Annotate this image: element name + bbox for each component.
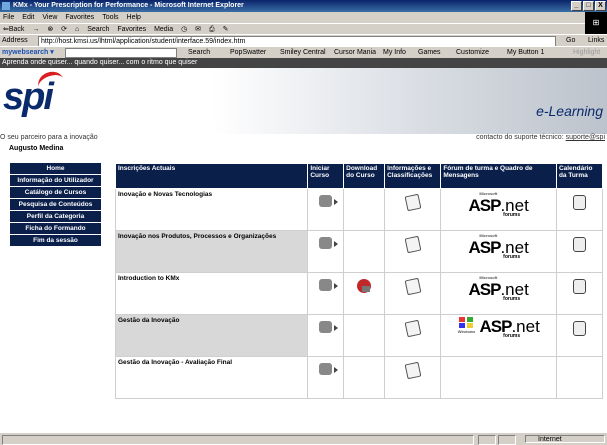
search-button[interactable]: Search bbox=[87, 26, 109, 33]
table-row: Inovação e Novas Tecnologias Microsoft AS… bbox=[114, 188, 604, 231]
course-title[interactable]: Gestão da Inovação bbox=[114, 314, 309, 357]
forum-link[interactable]: Microsoft ASP.net forums bbox=[440, 188, 557, 231]
link-customize[interactable]: Customize bbox=[456, 47, 489, 58]
forum-link[interactable]: Microsoft ASP.net forums bbox=[440, 272, 557, 315]
security-zone: Internet bbox=[525, 435, 605, 443]
info-scroll-icon[interactable] bbox=[404, 361, 422, 380]
windows-server-logo-icon: Windows bbox=[457, 317, 475, 334]
history-icon[interactable]: ◷ bbox=[181, 26, 187, 33]
window-title: KMx - Your Prescription for Performance … bbox=[13, 2, 244, 9]
back-button[interactable]: ⇐Back bbox=[3, 26, 24, 33]
support-contact: contacto do suporte técnico: suporte@spi bbox=[476, 134, 605, 141]
info-scroll-icon[interactable] bbox=[404, 319, 422, 338]
calendar-icon[interactable] bbox=[572, 321, 586, 336]
header-calendar: Calendário da Turma bbox=[555, 163, 604, 189]
calendar-icon[interactable] bbox=[572, 237, 586, 252]
header-current-enrollments: Inscrições Actuais bbox=[114, 163, 309, 189]
menu-favorites[interactable]: Favorites bbox=[65, 14, 94, 21]
address-label: Address bbox=[2, 37, 28, 44]
table-row: Gestão da Inovação - Avaliação Final bbox=[114, 356, 604, 399]
start-course-icon[interactable] bbox=[319, 279, 339, 291]
ie-page-icon bbox=[2, 2, 10, 10]
forum-link[interactable]: Windows ASP.net forums bbox=[440, 314, 557, 357]
start-course-icon[interactable] bbox=[319, 237, 339, 249]
menu-view[interactable]: View bbox=[42, 14, 57, 21]
course-title[interactable]: Introduction to KMx bbox=[114, 272, 309, 315]
link-my-info[interactable]: My Info bbox=[383, 47, 406, 58]
forum-link[interactable]: Microsoft ASP.net forums bbox=[440, 230, 557, 273]
menu-edit[interactable]: Edit bbox=[22, 14, 34, 21]
info-scroll-icon[interactable] bbox=[404, 235, 422, 254]
support-label: contacto do suporte técnico: bbox=[476, 134, 564, 141]
nav-user-info[interactable]: Informação do Utilizador bbox=[10, 175, 101, 186]
link-games[interactable]: Games bbox=[418, 47, 441, 58]
stop-icon[interactable]: ⊗ bbox=[47, 26, 53, 33]
forward-icon[interactable]: → bbox=[32, 26, 39, 33]
nav-course-catalog[interactable]: Catálogo de Cursos bbox=[10, 187, 101, 198]
table-header-row: Inscrições Actuais Iniciar Curso Downloa… bbox=[114, 163, 604, 189]
download-course-icon[interactable] bbox=[357, 279, 372, 293]
table-row: Inovação nos Produtos, Processos e Organ… bbox=[114, 230, 604, 273]
info-scroll-icon[interactable] bbox=[404, 193, 422, 212]
menu-bar: File Edit View Favorites Tools Help bbox=[0, 12, 607, 23]
enrollments-table: Inscrições Actuais Iniciar Curso Downloa… bbox=[114, 163, 604, 399]
links-toolbar: mywebsearch ▾ Search PopSwatter Smiley C… bbox=[0, 46, 607, 58]
status-bar: Internet bbox=[0, 432, 607, 445]
refresh-icon[interactable]: ⟳ bbox=[61, 26, 67, 33]
partner-text: O seu parceiro para a inovação bbox=[0, 134, 98, 141]
support-email-link[interactable]: suporte@spi bbox=[566, 134, 605, 141]
course-title[interactable]: Inovação e Novas Tecnologias bbox=[114, 188, 309, 231]
link-smiley-central[interactable]: Smiley Central bbox=[280, 47, 326, 58]
media-button[interactable]: Media bbox=[154, 26, 173, 33]
header-start-course: Iniciar Curso bbox=[307, 163, 345, 189]
start-course-icon[interactable] bbox=[319, 195, 339, 207]
calendar-icon[interactable] bbox=[572, 279, 586, 294]
home-icon[interactable]: ⌂ bbox=[75, 26, 79, 33]
sidebar-nav: Home Informação do Utilizador Catálogo d… bbox=[10, 163, 101, 247]
link-cursor-mania[interactable]: Cursor Mania bbox=[334, 47, 376, 58]
tagline-bar: Aprenda onde quiser... quando quiser... … bbox=[0, 58, 607, 68]
nav-home[interactable]: Home bbox=[10, 163, 101, 174]
calendar-icon[interactable] bbox=[572, 195, 586, 210]
user-name: Augusto Medina bbox=[9, 145, 64, 152]
favorites-button[interactable]: Favorites bbox=[117, 26, 146, 33]
mywebsearch-logo[interactable]: mywebsearch ▾ bbox=[2, 47, 54, 58]
header-forum: Fórum de turma e Quadro de Mensagens bbox=[440, 163, 557, 189]
elearning-heading: e-Learning bbox=[536, 103, 603, 119]
link-popswatter[interactable]: PopSwatter bbox=[230, 47, 266, 58]
menu-file[interactable]: File bbox=[3, 14, 14, 21]
mail-icon[interactable]: ✉ bbox=[195, 26, 201, 33]
edit-icon[interactable]: ✎ bbox=[223, 26, 229, 33]
nav-content-search[interactable]: Pesquisa de Conteúdos bbox=[10, 199, 101, 210]
maximize-button[interactable]: □ bbox=[583, 1, 594, 11]
course-title[interactable]: Gestão da Inovação - Avaliação Final bbox=[114, 356, 309, 399]
close-button[interactable]: X bbox=[595, 1, 606, 11]
info-scroll-icon[interactable] bbox=[404, 277, 422, 296]
nav-category-profile[interactable]: Perfil da Categoria bbox=[10, 211, 101, 222]
header-download-course: Download do Curso bbox=[343, 163, 386, 189]
course-title[interactable]: Inovação nos Produtos, Processos e Organ… bbox=[114, 230, 309, 273]
table-row: Gestão da Inovação Windows ASP.net forums bbox=[114, 314, 604, 357]
window-title-bar: KMx - Your Prescription for Performance … bbox=[0, 0, 607, 12]
start-course-icon[interactable] bbox=[319, 363, 339, 375]
toolbar-search-button[interactable]: Search bbox=[188, 47, 210, 58]
spi-logo[interactable]: spi bbox=[3, 76, 54, 119]
start-course-icon[interactable] bbox=[319, 321, 339, 333]
link-my-button-1[interactable]: My Button 1 bbox=[507, 47, 544, 58]
header-info-grades: Informações e Classificações bbox=[384, 163, 442, 189]
header-band bbox=[0, 68, 607, 134]
minimize-button[interactable]: _ bbox=[571, 1, 582, 11]
menu-help[interactable]: Help bbox=[127, 14, 141, 21]
nav-logout[interactable]: Fim da sessão bbox=[10, 235, 101, 246]
windows-logo-icon: ⊞ bbox=[585, 12, 607, 34]
print-icon[interactable]: ⎙ bbox=[209, 26, 215, 33]
nav-trainee-file[interactable]: Ficha do Formando bbox=[10, 223, 101, 234]
link-highlight[interactable]: Highlight bbox=[573, 47, 600, 58]
table-row: Introduction to KMx Microsoft ASP.net foru… bbox=[114, 272, 604, 315]
toolbar-search-input[interactable] bbox=[65, 48, 177, 58]
menu-tools[interactable]: Tools bbox=[102, 14, 118, 21]
